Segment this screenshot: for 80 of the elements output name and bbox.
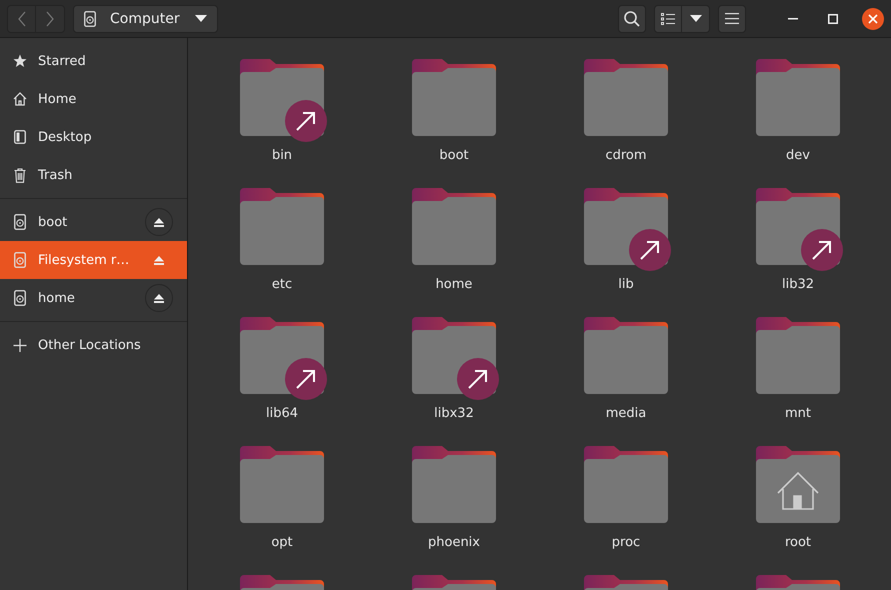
sidebar-label: Starred xyxy=(38,54,87,68)
folder-name[interactable]: media xyxy=(606,406,646,421)
eject-icon xyxy=(154,256,164,264)
folder-name[interactable]: lib32 xyxy=(782,277,814,292)
folder-icon xyxy=(240,188,324,265)
folder-name[interactable]: etc xyxy=(272,277,292,292)
eject-button[interactable] xyxy=(145,284,173,312)
folder-name[interactable]: lib xyxy=(618,277,634,292)
search-button[interactable] xyxy=(618,4,646,32)
forward-button[interactable] xyxy=(36,4,65,32)
eject-icon xyxy=(154,218,164,226)
list-view-button[interactable] xyxy=(654,4,682,32)
home-icon xyxy=(13,92,27,106)
menu-button[interactable] xyxy=(718,4,746,32)
sidebar-label: Desktop xyxy=(38,130,93,144)
sidebar-label: home xyxy=(38,290,76,306)
sidebar-item[interactable]: Filesystem r… xyxy=(0,241,187,279)
link-badge-icon xyxy=(457,358,499,400)
eject-icon xyxy=(154,294,164,302)
folder-icon xyxy=(240,446,324,523)
folder-name[interactable]: boot xyxy=(439,148,469,163)
maximize-icon xyxy=(828,14,838,24)
folder-icon xyxy=(756,59,840,136)
folder-name[interactable]: opt xyxy=(271,535,293,550)
home-folder-icon xyxy=(756,446,840,523)
folder-name[interactable]: home xyxy=(436,277,472,292)
folder-icon xyxy=(412,59,496,136)
close-button[interactable] xyxy=(862,8,884,30)
folder-name[interactable]: proc xyxy=(612,535,640,550)
folder-name[interactable]: phoenix xyxy=(428,535,480,550)
folder-name[interactable]: root xyxy=(784,535,812,550)
sidebar-item[interactable]: boot xyxy=(0,203,187,241)
desktop-icon xyxy=(13,130,27,144)
sidebar-label: Home xyxy=(38,92,78,106)
folder-icon xyxy=(584,59,668,136)
folder-icon xyxy=(756,317,840,394)
sidebar-item[interactable]: Other Locations xyxy=(0,326,187,364)
sidebar-item[interactable]: home xyxy=(0,279,187,317)
caret-icon xyxy=(195,15,207,22)
sidebar-label: Other Locations xyxy=(38,338,142,352)
sidebar-item[interactable]: Home xyxy=(0,80,187,118)
caret-icon xyxy=(690,15,702,22)
minimize-icon xyxy=(788,18,798,20)
link-badge-icon xyxy=(285,358,327,400)
close-icon xyxy=(868,14,878,24)
folder-name[interactable]: mnt xyxy=(785,406,811,421)
back-button[interactable] xyxy=(7,4,36,32)
drive-icon xyxy=(13,252,27,268)
folder-name[interactable]: bin xyxy=(272,148,292,163)
sidebar-item[interactable]: Desktop xyxy=(0,118,187,156)
sidebar-label: Trash xyxy=(38,168,74,182)
view-options-button[interactable] xyxy=(682,4,710,32)
drive-icon xyxy=(84,10,96,26)
sidebar-item[interactable]: Starred xyxy=(0,42,187,80)
star-icon xyxy=(13,54,27,68)
link-badge-icon xyxy=(285,100,327,142)
list-icon xyxy=(661,12,675,24)
link-badge-icon xyxy=(629,229,671,271)
menu-icon xyxy=(725,13,739,24)
plus-icon xyxy=(13,338,27,352)
sidebar-item[interactable]: Trash xyxy=(0,156,187,194)
folder-name[interactable]: dev xyxy=(786,148,810,163)
back-icon xyxy=(16,10,26,26)
sidebar-label: Filesystem r… xyxy=(38,252,130,268)
sidebar-label: boot xyxy=(38,214,68,230)
location-button[interactable]: Computer xyxy=(73,4,218,32)
forward-icon xyxy=(45,10,55,26)
link-badge-icon xyxy=(801,229,843,271)
folder-name[interactable]: libx32 xyxy=(434,406,474,421)
folder-icon xyxy=(584,317,668,394)
drive-icon xyxy=(13,290,27,306)
folder-icon xyxy=(412,188,496,265)
drive-icon xyxy=(13,214,27,230)
folder-name[interactable]: cdrom xyxy=(605,148,647,163)
folder-icon xyxy=(584,446,668,523)
eject-button[interactable] xyxy=(145,208,173,236)
folder-icon xyxy=(412,446,496,523)
search-icon xyxy=(623,10,641,28)
folder-name[interactable]: lib64 xyxy=(266,406,298,421)
trash-icon xyxy=(13,168,27,182)
